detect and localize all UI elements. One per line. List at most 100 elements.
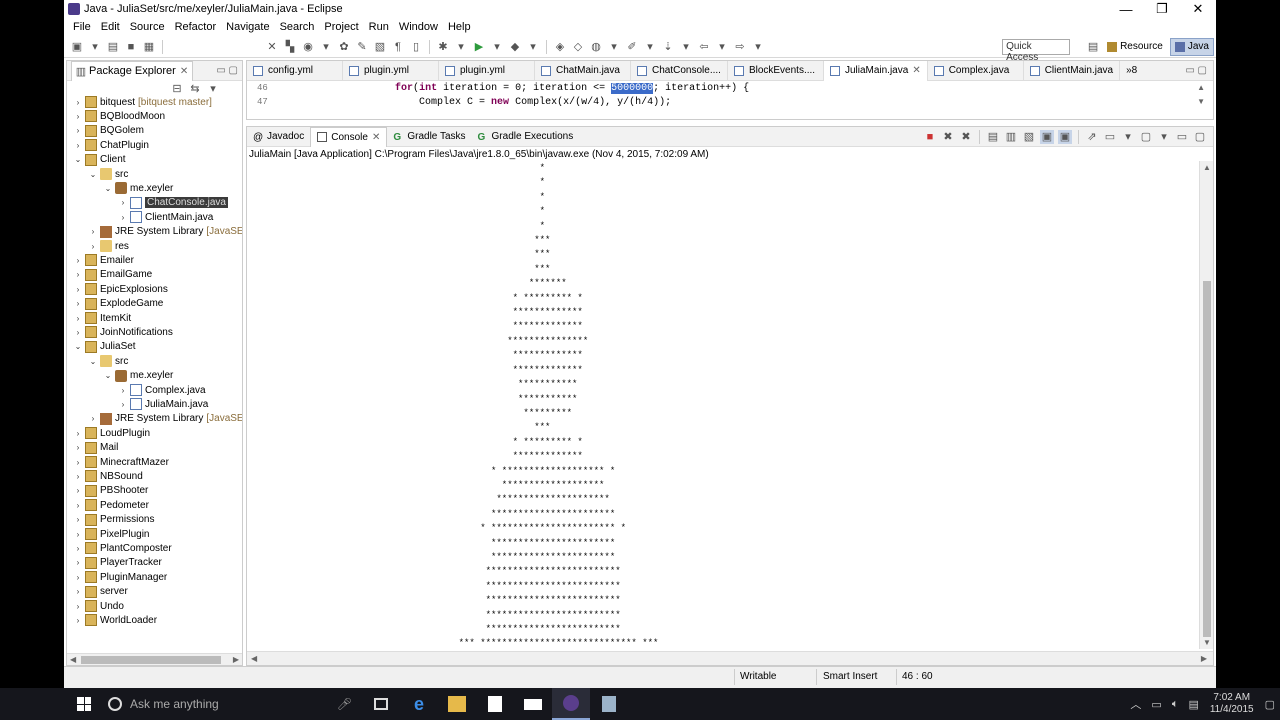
editor-tab[interactable]: ChatConsole.... bbox=[631, 60, 728, 81]
menu-navigate[interactable]: Navigate bbox=[221, 21, 274, 33]
back-dropdown-icon[interactable]: ▾ bbox=[715, 40, 729, 54]
display-console-dropdown-icon[interactable]: ▾ bbox=[1121, 130, 1135, 144]
chevron-right-icon[interactable]: › bbox=[73, 98, 83, 107]
scroll-up-icon[interactable]: ▲ bbox=[1197, 83, 1205, 92]
tree-item[interactable]: › ClientMain.java bbox=[118, 210, 213, 224]
open-perspective-icon[interactable]: ▤ bbox=[1086, 40, 1100, 54]
tree-item[interactable]: › res bbox=[88, 239, 129, 253]
view-menu-icon[interactable]: ▾ bbox=[206, 81, 220, 95]
chevron-right-icon[interactable]: › bbox=[73, 112, 83, 121]
mark-occurrences-icon[interactable]: ¶ bbox=[391, 40, 405, 54]
taskbar-file-explorer[interactable] bbox=[438, 688, 476, 720]
pin-console-icon[interactable]: ⇗ bbox=[1085, 130, 1099, 144]
scroll-down-icon[interactable]: ▼ bbox=[1203, 638, 1211, 647]
tab-gradle-tasks[interactable]: G Gradle Tasks bbox=[387, 127, 471, 147]
scroll-right-icon[interactable]: ▶ bbox=[233, 655, 239, 664]
open-type-icon[interactable]: ▤ bbox=[106, 40, 120, 54]
new-class-dropdown-icon[interactable]: ▾ bbox=[607, 40, 621, 54]
tree-item[interactable]: › PixelPlugin bbox=[73, 527, 149, 541]
scroll-left-icon[interactable]: ◀ bbox=[70, 655, 76, 664]
tree-item[interactable]: › server bbox=[73, 585, 128, 599]
start-button[interactable] bbox=[68, 688, 100, 720]
scroll-right-icon[interactable]: ▶ bbox=[1201, 654, 1207, 663]
collapse-all-icon[interactable]: ⊟ bbox=[170, 81, 184, 95]
show-on-stdout-icon[interactable]: ▣ bbox=[1040, 129, 1054, 144]
save-all-icon[interactable]: ▦ bbox=[142, 40, 156, 54]
link-with-editor-icon[interactable]: ⇆ bbox=[188, 81, 202, 95]
chevron-down-icon[interactable]: ⌄ bbox=[103, 184, 113, 193]
tree-item[interactable]: › Emailer bbox=[73, 253, 134, 267]
new-class-icon[interactable]: ◍ bbox=[589, 40, 603, 54]
chevron-down-icon[interactable]: ⌄ bbox=[88, 357, 98, 366]
forward-icon[interactable]: ⇨ bbox=[733, 40, 747, 54]
tree-item[interactable]: ⌄ me.xeyler bbox=[103, 181, 173, 195]
tree-item[interactable]: › ItemKit bbox=[73, 311, 131, 325]
word-wrap-icon[interactable]: ▧ bbox=[1022, 130, 1036, 144]
terminate-icon[interactable]: ■ bbox=[923, 130, 937, 144]
chevron-right-icon[interactable]: › bbox=[73, 587, 83, 596]
view-minimize-maximize-icon[interactable]: ▭ ▢ bbox=[1185, 65, 1213, 76]
tree-item[interactable]: ⌄ src bbox=[88, 167, 128, 181]
scrollbar-thumb[interactable] bbox=[1203, 281, 1211, 637]
tree-item[interactable]: › BQGolem bbox=[73, 124, 144, 138]
annotation-dropdown-icon[interactable]: ▾ bbox=[643, 40, 657, 54]
taskbar-eclipse[interactable] bbox=[552, 688, 590, 720]
code-line[interactable]: 46 for(int iteration = 0; iteration <= 5… bbox=[247, 81, 1213, 95]
forward-dropdown-icon[interactable]: ▾ bbox=[751, 40, 765, 54]
chevron-right-icon[interactable]: › bbox=[73, 256, 83, 265]
run-dropdown-icon[interactable]: ▾ bbox=[490, 40, 504, 54]
chevron-right-icon[interactable]: › bbox=[73, 573, 83, 582]
tree-item[interactable]: › ChatPlugin bbox=[73, 138, 149, 152]
maximize-button[interactable]: ❐ bbox=[1144, 1, 1180, 17]
chevron-right-icon[interactable]: › bbox=[73, 270, 83, 279]
external-tools-icon[interactable]: ◆ bbox=[508, 40, 522, 54]
editor-tab[interactable]: BlockEvents.... bbox=[728, 60, 824, 81]
annotation-icon[interactable]: ✐ bbox=[625, 40, 639, 54]
editor-tab[interactable]: Complex.java bbox=[928, 60, 1024, 81]
menu-file[interactable]: File bbox=[68, 21, 96, 33]
tree-item[interactable]: › Pedometer bbox=[73, 498, 149, 512]
new-icon[interactable]: ▣ bbox=[70, 40, 84, 54]
tree-item[interactable]: › JoinNotifications bbox=[73, 325, 173, 339]
new-package-icon[interactable]: ◇ bbox=[571, 40, 585, 54]
open-console-icon[interactable]: ▢ bbox=[1139, 130, 1153, 144]
network-icon[interactable]: ▭ bbox=[1146, 698, 1166, 711]
chevron-right-icon[interactable]: › bbox=[118, 386, 128, 395]
tab-console[interactable]: Console ✕ bbox=[310, 126, 388, 147]
taskbar-notepad[interactable] bbox=[590, 688, 628, 720]
tree-item[interactable]: › ChatConsole.java bbox=[118, 196, 228, 210]
taskbar-edge[interactable]: e bbox=[400, 688, 438, 720]
close-icon[interactable]: ✕ bbox=[372, 132, 380, 143]
plugin-icon[interactable]: ✿ bbox=[337, 40, 351, 54]
tree-item[interactable]: ⌄ Client bbox=[73, 153, 126, 167]
gradle-dropdown-icon[interactable]: ▾ bbox=[319, 40, 333, 54]
menu-project[interactable]: Project bbox=[319, 21, 363, 33]
code-editor[interactable]: 46 for(int iteration = 0; iteration <= 5… bbox=[247, 81, 1213, 119]
new-java-project-icon[interactable]: ◈ bbox=[553, 40, 567, 54]
cortana-search-box[interactable]: Ask me anything 🎤︎ bbox=[100, 688, 362, 720]
chevron-right-icon[interactable]: › bbox=[73, 458, 83, 467]
tree-item[interactable]: › Mail bbox=[73, 441, 118, 455]
tree-item[interactable]: › NBSound bbox=[73, 469, 143, 483]
chevron-right-icon[interactable]: › bbox=[73, 616, 83, 625]
tree-item[interactable]: › LoudPlugin bbox=[73, 426, 150, 440]
chevron-right-icon[interactable]: › bbox=[118, 198, 128, 207]
task-view-button[interactable] bbox=[362, 688, 400, 720]
chevron-right-icon[interactable]: › bbox=[118, 213, 128, 222]
chevron-right-icon[interactable]: › bbox=[73, 602, 83, 611]
tree-item[interactable]: › Permissions bbox=[73, 513, 154, 527]
chevron-right-icon[interactable]: › bbox=[73, 285, 83, 294]
perspective-resource[interactable]: Resource bbox=[1102, 38, 1168, 56]
block-icon[interactable]: ▧ bbox=[373, 40, 387, 54]
chevron-right-icon[interactable]: › bbox=[88, 414, 98, 423]
chevron-right-icon[interactable]: › bbox=[73, 501, 83, 510]
notifications-icon[interactable]: ▢ bbox=[1260, 698, 1280, 711]
chevron-down-icon[interactable]: ⌄ bbox=[73, 155, 83, 164]
chevron-right-icon[interactable]: › bbox=[118, 400, 128, 409]
code-line[interactable]: 47 Complex C = new Complex(x/(w/4), y/(h… bbox=[247, 95, 1213, 109]
display-console-icon[interactable]: ▭ bbox=[1103, 130, 1117, 144]
show-hidden-icons-icon[interactable]: ︿ bbox=[1125, 696, 1146, 712]
tree-item[interactable]: › JRE System Library[JavaSE-1.8] bbox=[88, 225, 242, 239]
volume-icon[interactable]: 🔈︎ bbox=[1167, 698, 1184, 711]
menu-window[interactable]: Window bbox=[394, 21, 443, 33]
